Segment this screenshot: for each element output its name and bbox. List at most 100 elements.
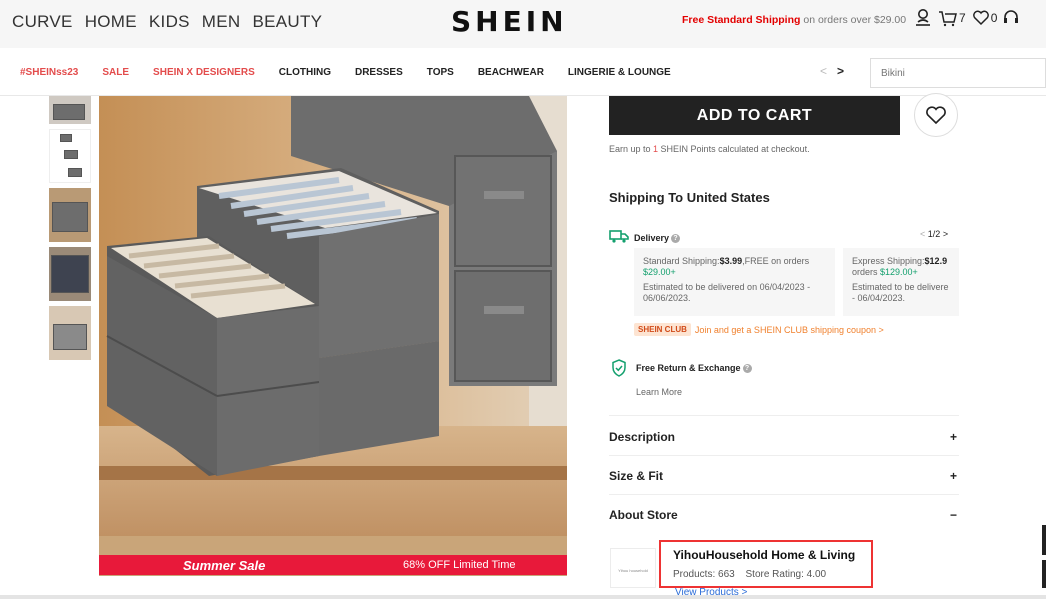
banner-offer: 68% OFF Limited Time <box>403 559 516 571</box>
cart-count: 7 <box>959 11 966 25</box>
express-free-pre: orders <box>852 267 881 277</box>
shipping-pager: < 1/2 > <box>920 229 948 239</box>
add-to-cart-button[interactable]: ADD TO CART <box>609 96 900 135</box>
store-info-highlight: YihouHousehold Home & Living Products: 6… <box>659 540 873 588</box>
support-icon[interactable] <box>1003 8 1019 28</box>
storage-boxes-illustration <box>99 96 567 576</box>
header-icons: 7 0 <box>914 8 1019 28</box>
free-return-text: Free Return & Exchange <box>636 363 741 373</box>
main-product-image[interactable] <box>99 96 567 576</box>
category-beauty[interactable]: BEAUTY <box>252 12 322 32</box>
pager-count: 1/2 <box>927 229 941 239</box>
nav-shein-x-designers[interactable]: SHEIN X DESIGNERS <box>153 67 255 78</box>
nav-scroll-arrows: < > <box>820 64 844 78</box>
standard-price: $3.99 <box>719 256 743 266</box>
store-name[interactable]: YihouHousehold Home & Living <box>673 548 859 562</box>
side-float-tab[interactable] <box>1042 525 1046 555</box>
express-eta: Estimated to be delivere - 06/04/2023. <box>852 282 949 303</box>
standard-free-amount: $29.00+ <box>643 267 676 277</box>
wishlist-button[interactable]: 0 <box>972 9 998 27</box>
free-return-label: Free Return & Exchange? <box>636 363 752 374</box>
side-float-tab[interactable] <box>1042 560 1046 588</box>
description-label: Description <box>609 430 676 444</box>
heart-icon <box>972 10 989 26</box>
shipping-title: Shipping To United States <box>609 190 770 205</box>
banner-title: Summer Sale <box>183 558 266 573</box>
shein-logo[interactable]: SHEIN <box>451 5 568 38</box>
nav-next-arrow[interactable]: > <box>837 64 844 78</box>
shein-club-text: Join and get a SHEIN CLUB shipping coupo… <box>694 324 884 335</box>
expand-icon: + <box>949 430 957 444</box>
wishlist-count: 0 <box>990 11 998 25</box>
nav-clothing[interactable]: CLOTHING <box>279 67 331 78</box>
points-post: SHEIN Points calculated at checkout. <box>658 144 810 154</box>
promo-bold: Free Standard Shipping <box>682 14 801 26</box>
standard-free-pre: ,FREE on orders <box>742 256 810 266</box>
category-home[interactable]: HOME <box>85 12 137 32</box>
summer-sale-banner[interactable]: Summer Sale 68% OFF Limited Time <box>99 555 567 575</box>
cart-icon <box>939 11 957 27</box>
points-pre: Earn up to <box>609 144 654 154</box>
store-rating: Store Rating: 4.00 <box>745 569 827 580</box>
help-icon[interactable]: ? <box>742 364 752 374</box>
product-thumbnail[interactable] <box>49 306 91 360</box>
account-icon[interactable] <box>914 8 932 28</box>
pager-prev-icon[interactable]: < <box>920 229 925 239</box>
help-icon[interactable]: ? <box>671 234 681 244</box>
size-fit-section-toggle[interactable]: Size & Fit + <box>609 469 959 483</box>
free-shipping-promo[interactable]: Free Standard Shipping on orders over $2… <box>682 14 906 26</box>
product-thumbnail[interactable] <box>49 96 91 124</box>
nav-lingerie-lounge[interactable]: LINGERIE & LOUNGE <box>568 67 671 78</box>
description-section-toggle[interactable]: Description + <box>609 430 959 444</box>
nav-sale[interactable]: SALE <box>102 67 129 78</box>
thumbnail-list <box>49 96 91 365</box>
bottom-edge <box>0 595 1046 599</box>
product-thumbnail[interactable] <box>49 129 91 183</box>
nav-prev-arrow[interactable]: < <box>820 64 827 78</box>
nav-dresses[interactable]: DRESSES <box>355 67 403 78</box>
shein-club-badge: SHEIN CLUB <box>634 323 691 336</box>
store-meta: Products: 663 Store Rating: 4.00 <box>673 569 859 580</box>
category-curve[interactable]: CURVE <box>12 12 73 32</box>
delivery-text: Delivery <box>634 233 670 243</box>
express-price: $12.9 <box>924 256 948 266</box>
nav-links: #SHEINss23 SALE SHEIN X DESIGNERS CLOTHI… <box>20 67 695 78</box>
category-links: CURVE HOME KIDS MEN BEAUTY <box>12 12 322 32</box>
category-kids[interactable]: KIDS <box>149 12 190 32</box>
standard-eta: Estimated to be delivered on 06/04/2023 … <box>643 282 811 303</box>
product-thumbnail[interactable] <box>49 188 91 242</box>
product-thumbnail[interactable] <box>49 247 91 301</box>
express-free-amount: $129.00+ <box>880 267 918 277</box>
promo-rest: on orders over $29.00 <box>803 14 907 26</box>
nav-sheinss23[interactable]: #SHEINss23 <box>20 67 78 78</box>
learn-more-link[interactable]: Learn More <box>636 387 682 397</box>
standard-shipping-card: Standard Shipping:$3.99,FREE on orders $… <box>634 248 835 316</box>
about-store-label: About Store <box>609 508 678 522</box>
expand-icon: + <box>949 469 957 483</box>
express-label: Express Shipping: <box>852 256 925 266</box>
search-input[interactable] <box>870 58 1046 88</box>
points-info: Earn up to 1 SHEIN Points calculated at … <box>609 144 810 154</box>
category-men[interactable]: MEN <box>202 12 241 32</box>
delivery-label: Delivery? <box>634 233 681 244</box>
divider <box>609 494 959 495</box>
store-logo[interactable]: Yihou household <box>610 548 656 588</box>
shield-check-icon <box>611 359 627 382</box>
divider <box>609 455 959 456</box>
heart-icon <box>926 106 946 125</box>
pager-next-icon[interactable]: > <box>943 229 948 239</box>
divider <box>609 415 959 416</box>
nav-beachwear[interactable]: BEACHWEAR <box>478 67 544 78</box>
shein-club-promo[interactable]: SHEIN CLUB Join and get a SHEIN CLUB shi… <box>634 323 884 336</box>
about-store-section-toggle[interactable]: About Store − <box>609 508 959 522</box>
standard-label: Standard Shipping: <box>643 256 720 266</box>
express-shipping-card: Express Shipping:$12.9 orders $129.00+ Es… <box>843 248 959 316</box>
store-products-count: Products: 663 <box>673 569 735 580</box>
collapse-icon: − <box>949 508 957 522</box>
cart-button[interactable]: 7 <box>938 8 966 28</box>
wishlist-toggle-button[interactable] <box>914 93 958 137</box>
nav-tops[interactable]: TOPS <box>427 67 454 78</box>
top-header: CURVE HOME KIDS MEN BEAUTY SHEIN Free St… <box>0 0 1046 48</box>
size-fit-label: Size & Fit <box>609 469 664 483</box>
truck-icon <box>609 228 629 249</box>
